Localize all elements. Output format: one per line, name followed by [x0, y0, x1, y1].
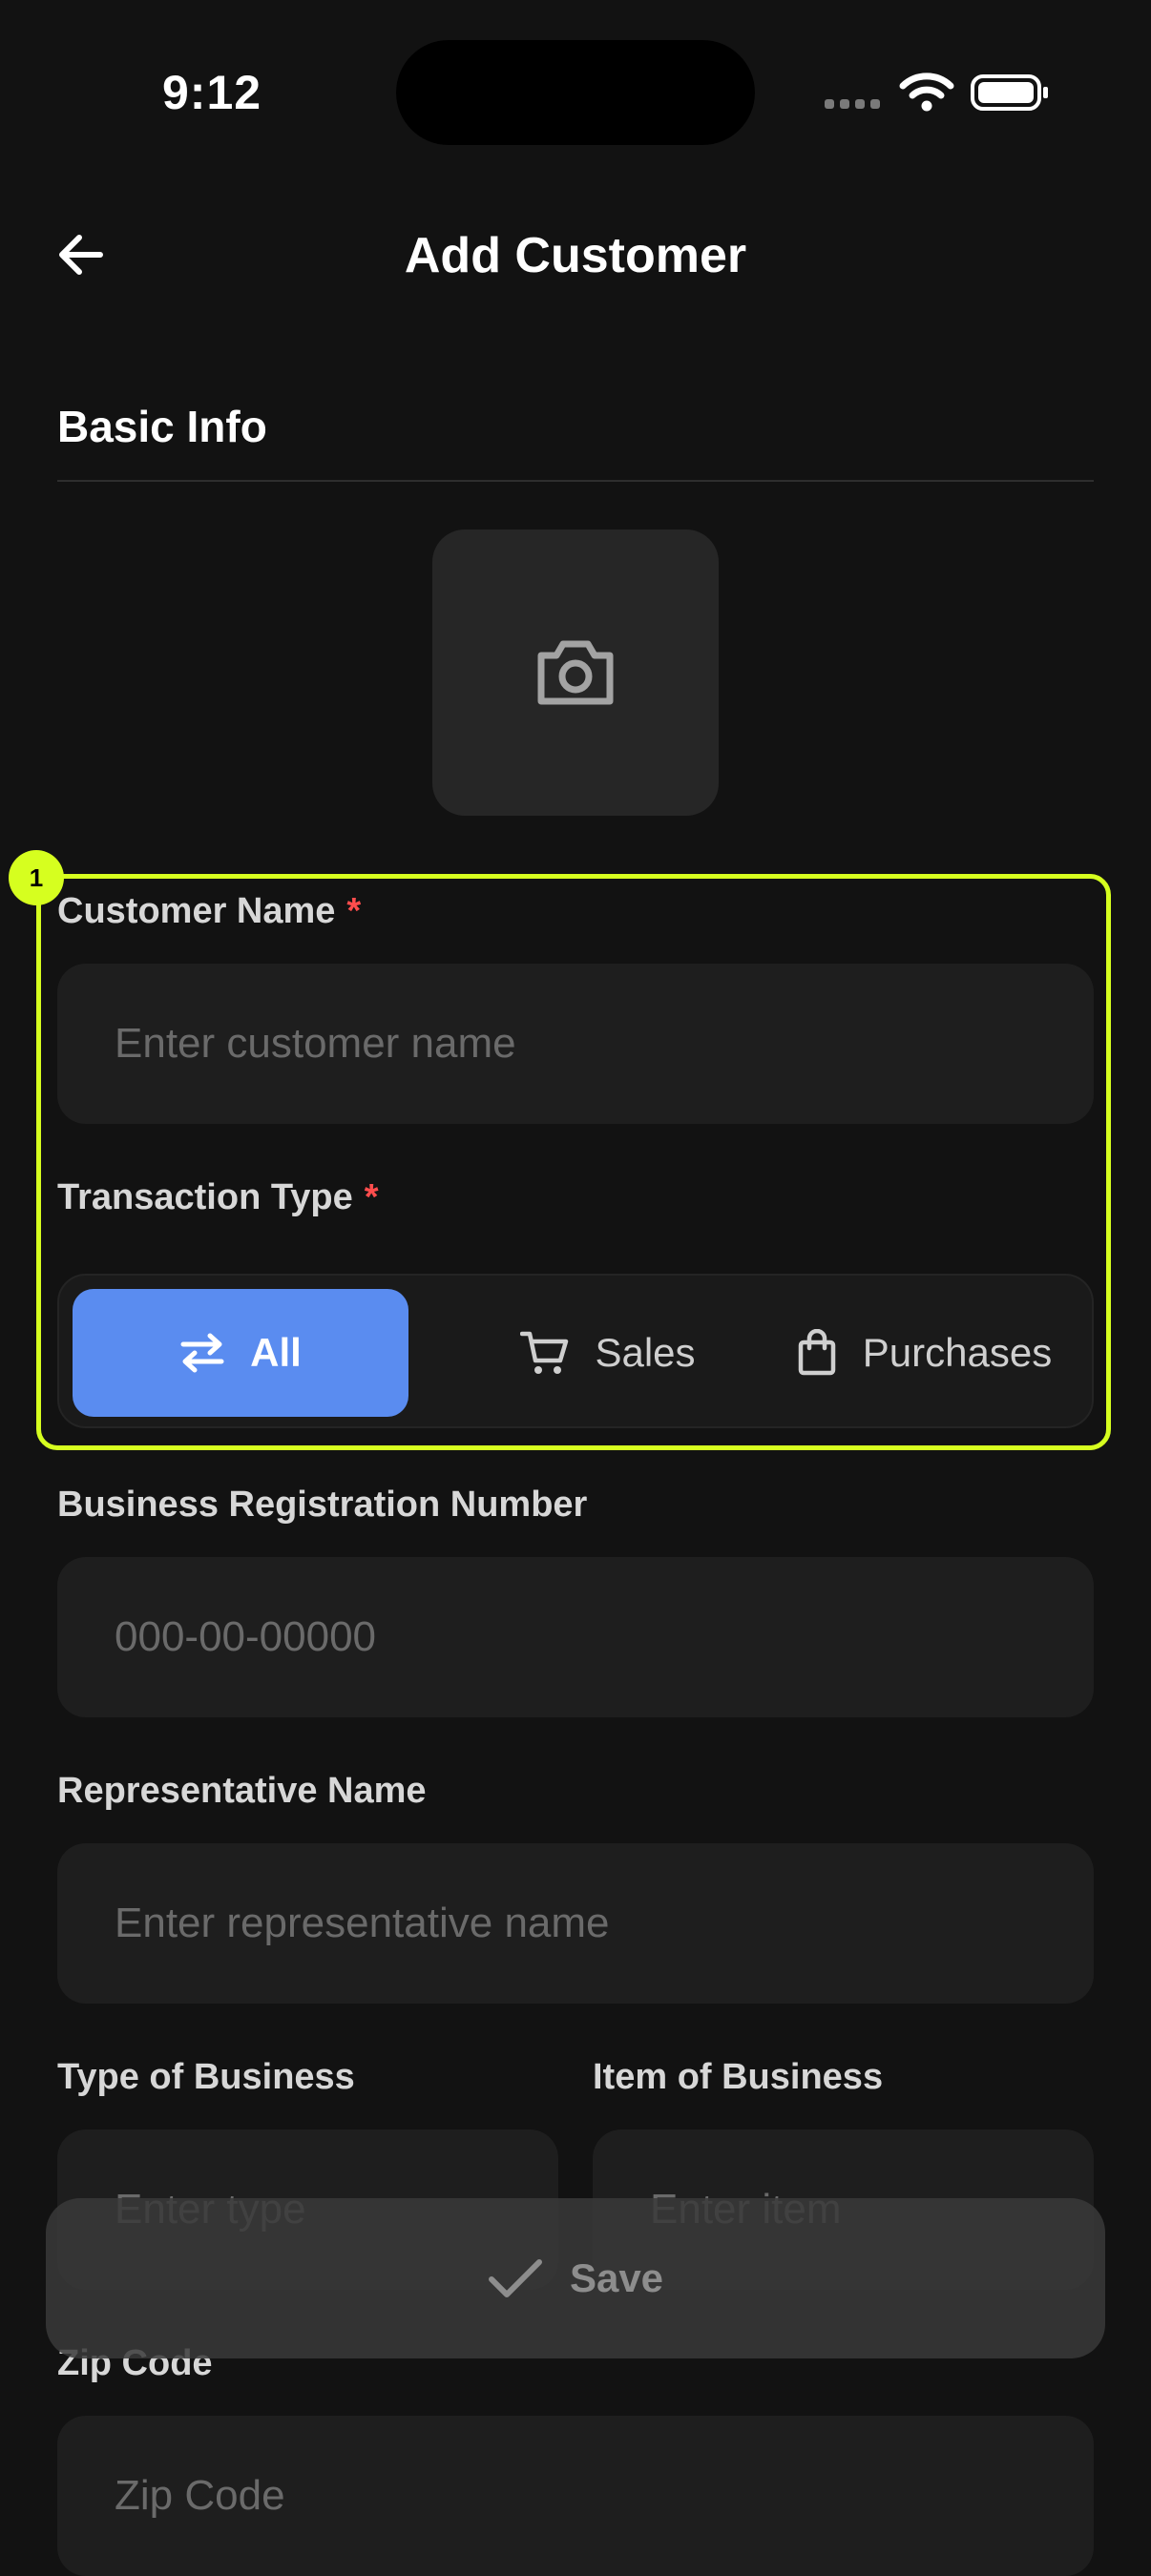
section-title-basic-info: Basic Info: [57, 402, 267, 451]
required-mark: *: [364, 1177, 379, 1217]
customer-name-label: Customer Name *: [57, 891, 361, 932]
representative-name-label: Representative Name: [57, 1771, 427, 1811]
save-button-label: Save: [569, 2255, 664, 2300]
customer-name-input[interactable]: [57, 964, 1094, 1124]
dynamic-island: [396, 40, 755, 145]
representative-name-input[interactable]: [57, 1843, 1094, 2004]
business-registration-label: Business Registration Number: [57, 1485, 588, 1525]
option-label: Purchases: [862, 1330, 1053, 1375]
option-label: All: [250, 1330, 302, 1375]
highlight-badge: 1: [9, 850, 64, 905]
shopping-bag-icon: [798, 1329, 836, 1376]
camera-icon: [537, 640, 614, 705]
transaction-type-label-text: Transaction Type: [57, 1177, 353, 1217]
required-mark: *: [346, 891, 362, 931]
save-button[interactable]: Save: [46, 2198, 1105, 2358]
status-time: 9:12: [162, 66, 262, 119]
option-label: Sales: [595, 1330, 696, 1375]
cellular-signal-icon: [825, 99, 882, 113]
cart-icon: [520, 1331, 569, 1374]
battery-icon: [971, 74, 1048, 111]
swap-arrows-icon: [180, 1333, 224, 1373]
transaction-type-label: Transaction Type *: [57, 1177, 379, 1218]
customer-name-label-text: Customer Name: [57, 891, 336, 931]
type-of-business-label: Type of Business: [57, 2057, 355, 2097]
business-registration-input[interactable]: [57, 1557, 1094, 1717]
transaction-type-selector: All Sales Purchases: [57, 1274, 1094, 1428]
item-of-business-label: Item of Business: [593, 2057, 884, 2097]
checkmark-icon: [488, 2259, 542, 2297]
transaction-type-option-all[interactable]: All: [73, 1289, 408, 1417]
section-divider: [57, 480, 1094, 482]
zip-code-input[interactable]: [57, 2416, 1094, 2576]
transaction-type-option-purchases[interactable]: Purchases: [765, 1289, 1082, 1417]
transaction-type-option-sales[interactable]: Sales: [450, 1289, 765, 1417]
wifi-icon: [899, 73, 954, 112]
photo-upload-button[interactable]: [432, 530, 719, 816]
page-title: Add Customer: [404, 228, 747, 283]
